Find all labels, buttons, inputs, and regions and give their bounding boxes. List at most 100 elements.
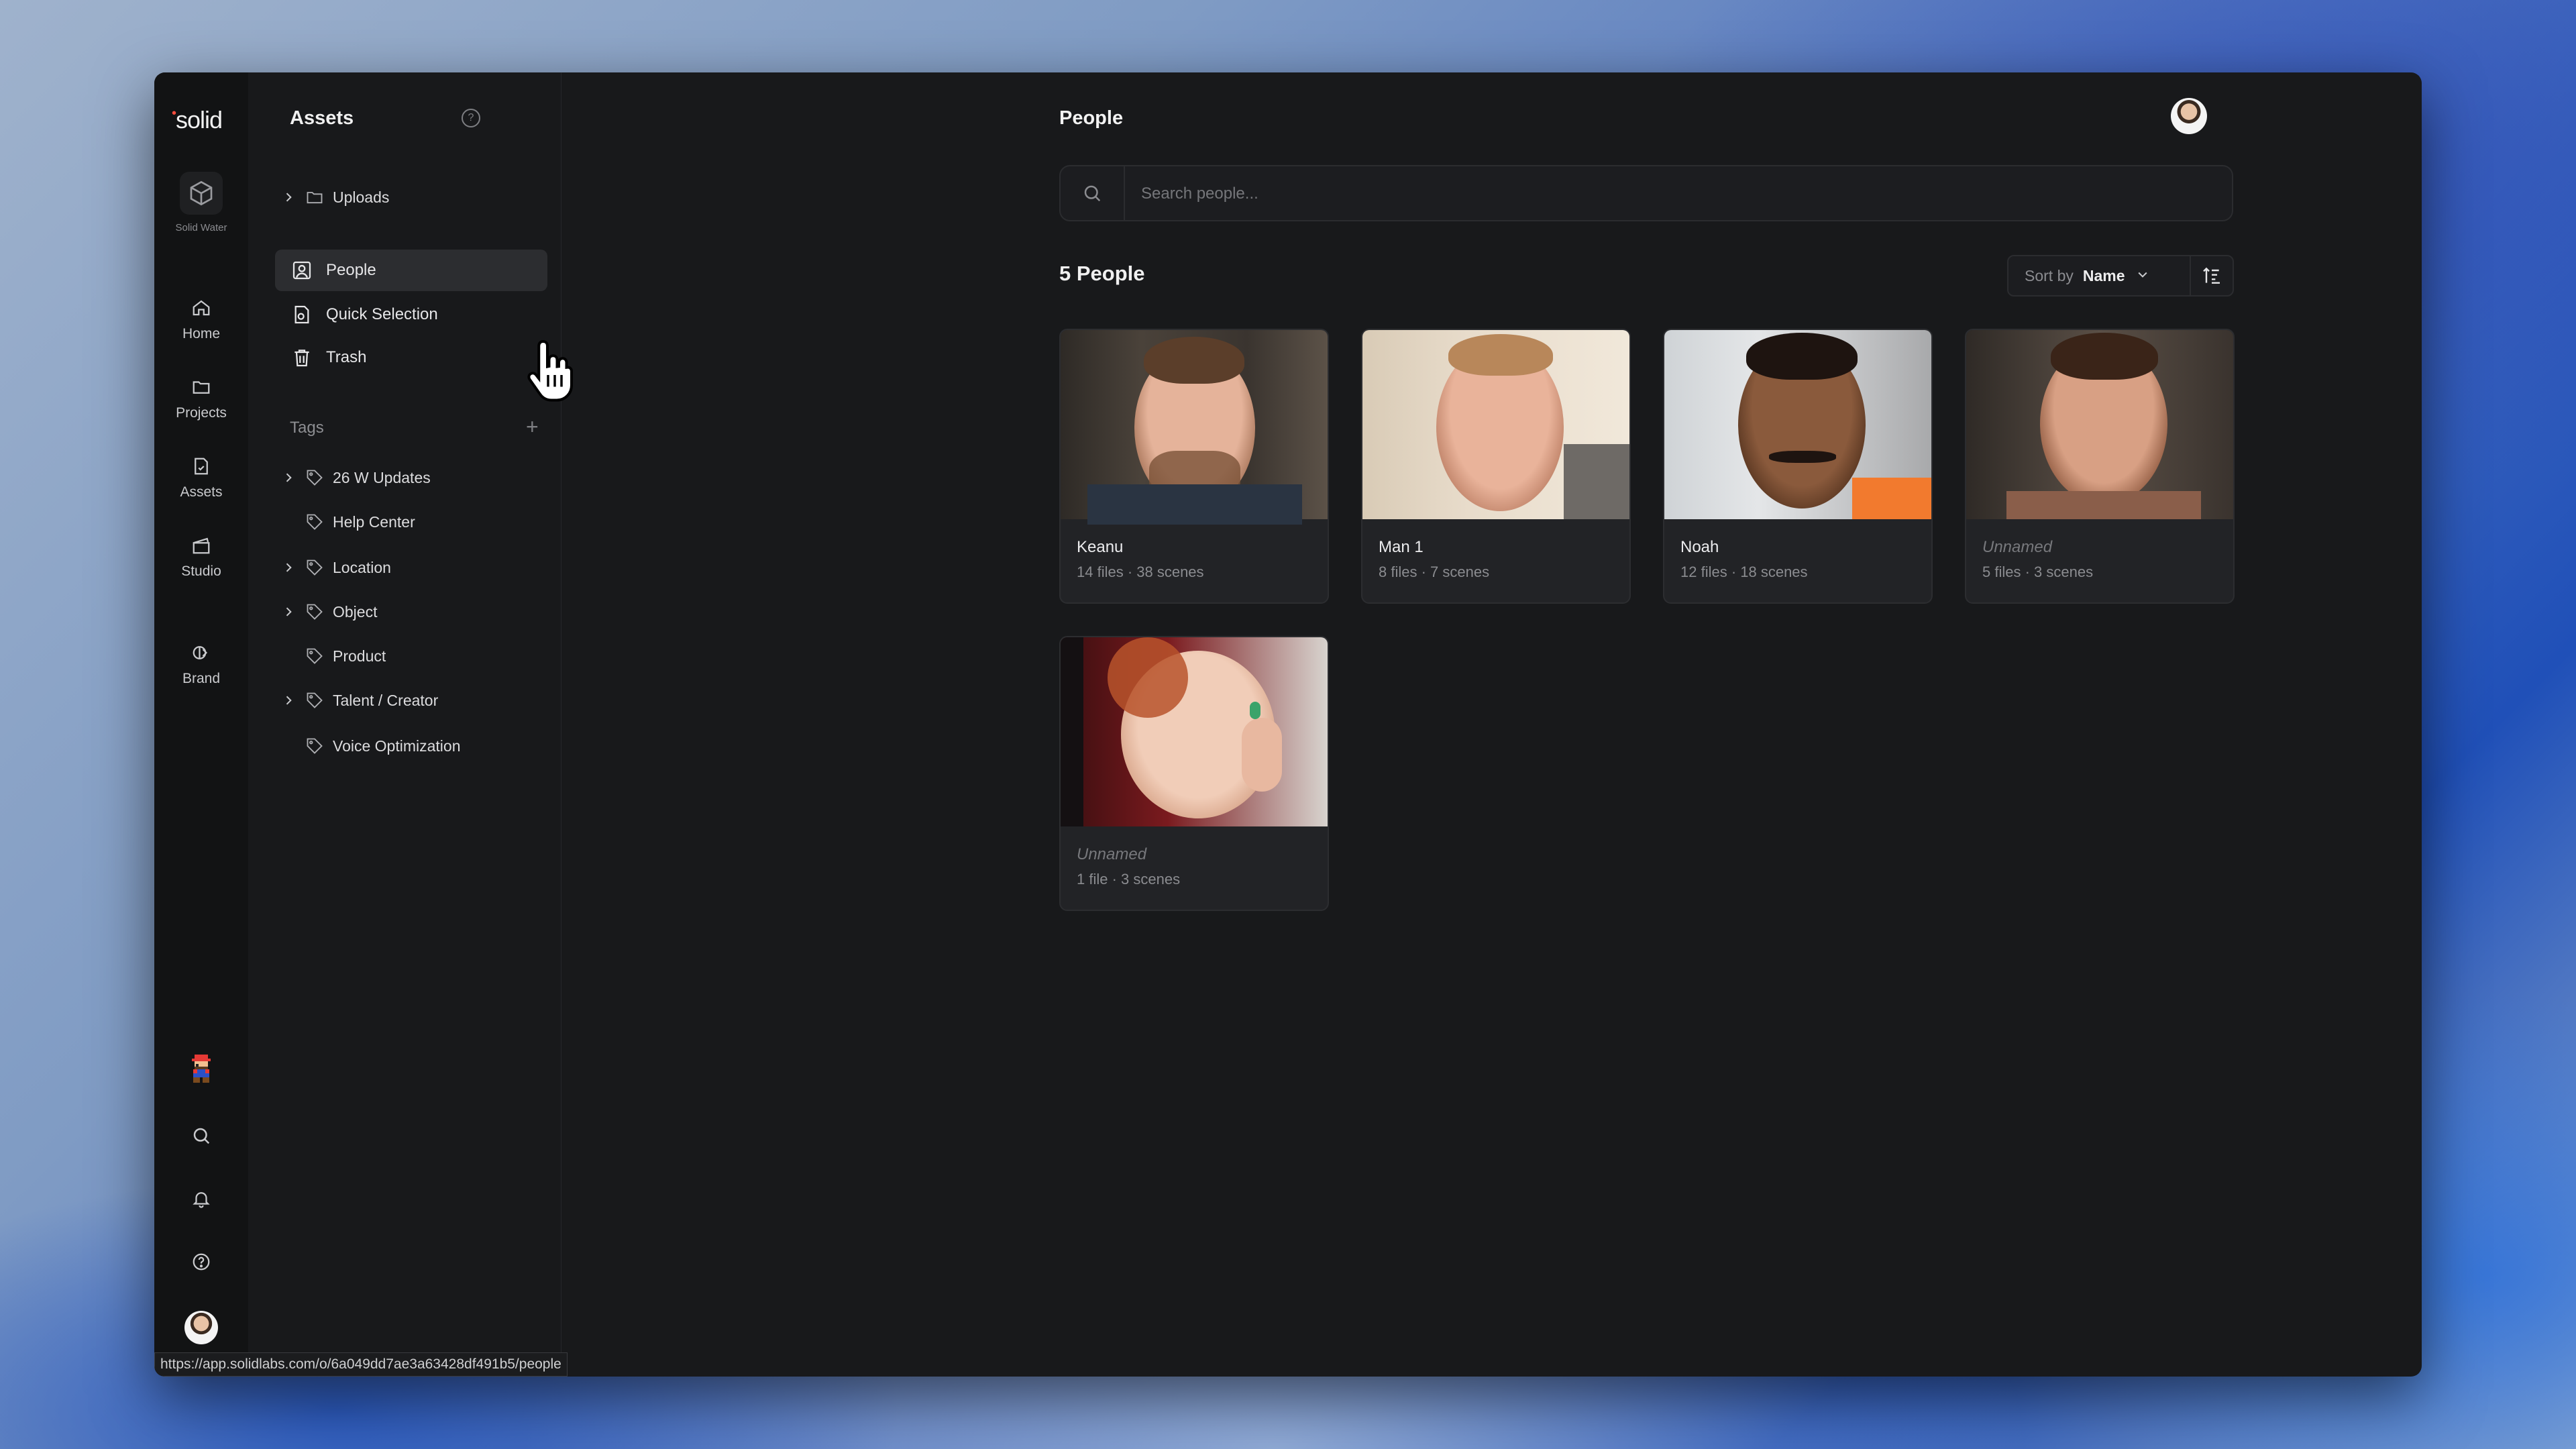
bell-icon [193,1192,210,1208]
app-window: •solid Solid Water Home Projects Assets … [154,72,2422,1377]
rail-label-brand: Brand [182,671,221,686]
notifications-button[interactable] [154,1189,248,1209]
add-tag-button[interactable]: + [526,415,539,439]
chevron-right-icon[interactable] [275,561,302,574]
tag-icon [302,468,327,487]
tag-item-talent-creator[interactable]: Talent / Creator [275,682,543,719]
tag-label: Product [333,647,386,665]
person-thumbnail [1966,330,2233,519]
person-thumbnail [1362,330,1629,519]
sidebar-item-label: People [326,261,376,279]
rail-item-studio[interactable]: Studio [154,535,248,580]
search-icon [193,1128,210,1144]
tag-item-location[interactable]: Location [275,549,543,586]
person-meta: 5 files · 3 scenes [1982,564,2094,580]
trash-icon [283,347,321,368]
rail-label-projects: Projects [176,405,227,421]
folder-icon [302,188,327,207]
brand-icon [193,646,208,659]
workspace-switcher[interactable]: Solid Water [173,172,229,235]
help-button[interactable] [154,1252,248,1272]
user-avatar-button[interactable] [154,1311,248,1344]
chevron-right-icon[interactable] [275,471,302,484]
workspace-label: Solid Water [175,222,227,233]
tag-icon [302,647,327,665]
tag-item-help-center[interactable]: Help Center [275,503,543,541]
tag-item-voice-optimization[interactable]: Voice Optimization [275,727,543,765]
quick-selection-icon [283,304,321,325]
home-icon [193,300,210,316]
sort-ascending-icon [2203,267,2220,284]
tag-label: Talent / Creator [333,691,439,709]
tag-label: 26 W Updates [333,468,431,486]
icon-rail: •solid Solid Water Home Projects Assets … [154,72,249,1377]
person-meta: 8 files · 7 scenes [1379,564,1490,580]
search-icon [1061,166,1125,220]
tag-item-object[interactable]: Object [275,593,543,631]
person-name: Noah [1680,538,1719,556]
help-icon[interactable]: ? [462,109,480,127]
cube-icon [180,172,223,215]
rail-item-home[interactable]: Home [154,298,248,342]
person-square-icon [283,260,321,281]
person-meta: 1 file · 3 scenes [1077,871,1181,888]
avatar[interactable] [2171,98,2207,134]
mascot-icon[interactable] [154,1053,248,1085]
help-circle-icon [193,1253,210,1271]
sort-label: Sort by [2025,266,2074,284]
sidebar-item-label: Quick Selection [326,305,438,323]
person-card-man-1[interactable]: Man 1 8 files · 7 scenes [1361,329,1631,604]
chevron-right-icon[interactable] [275,191,302,204]
sidebar-item-people[interactable]: People [275,250,547,291]
sidebar-item-quick-selection[interactable]: Quick Selection [275,294,547,335]
rail-label-assets: Assets [180,484,223,500]
tag-item-product[interactable]: Product [275,637,543,675]
tag-label: Voice Optimization [333,737,461,755]
rail-item-brand[interactable]: Brand [154,643,248,687]
chevron-right-icon[interactable] [275,694,302,707]
person-card-unnamed-2[interactable]: Unnamed 1 file · 3 scenes [1059,636,1329,911]
person-thumbnail [1061,637,1328,826]
sidebar-item-label: Trash [326,348,367,366]
avatar [184,1311,218,1344]
rail-item-projects[interactable]: Projects [154,377,248,421]
page-title: People [1059,107,1124,129]
sort-value[interactable]: Name [2083,267,2125,285]
rail-label-studio: Studio [181,564,221,579]
sidebar-item-trash[interactable]: Trash [275,337,547,378]
tag-item-26-w-updates[interactable]: 26 W Updates [275,459,543,496]
folder-icon [193,381,210,394]
tree-item-uploads[interactable]: Uploads [275,178,543,216]
person-card-keanu[interactable]: Keanu 14 files · 38 scenes [1059,329,1329,604]
sort-direction-button[interactable] [2190,256,2233,295]
people-count: 5 People [1059,262,1145,285]
tag-icon [302,691,327,710]
tag-icon [302,558,327,577]
chevron-right-icon[interactable] [275,605,302,619]
tags-header: Tags [290,419,324,437]
person-meta: 14 files · 38 scenes [1077,564,1204,580]
studio-icon [193,537,210,554]
rail-label-home: Home [182,326,221,341]
tag-label: Object [333,602,378,621]
rail-search-button[interactable] [154,1126,248,1146]
person-name: Keanu [1077,538,1124,556]
solid-logo[interactable]: •solid [172,106,223,134]
tag-icon [302,602,327,621]
rail-item-assets[interactable]: Assets [154,456,248,500]
person-name: Man 1 [1379,538,1424,556]
person-thumbnail [1664,330,1931,519]
person-meta: 12 files · 18 scenes [1680,564,1808,580]
person-card-unnamed-1[interactable]: Unnamed 5 files · 3 scenes [1965,329,2235,604]
person-thumbnail [1061,330,1328,525]
chevron-down-icon[interactable] [2136,268,2149,284]
person-name: Unnamed [1077,845,1147,863]
search-bar [1059,165,2233,221]
main-content: People 5 People Sort by Name [561,72,2422,1377]
search-input[interactable] [1140,180,2149,208]
hand-cursor-icon [527,339,573,402]
person-name: Unnamed [1982,538,2053,556]
person-card-noah[interactable]: Noah 12 files · 18 scenes [1663,329,1933,604]
sidebar-title: Assets [290,107,354,129]
sort-control[interactable]: Sort by Name [2007,255,2234,297]
